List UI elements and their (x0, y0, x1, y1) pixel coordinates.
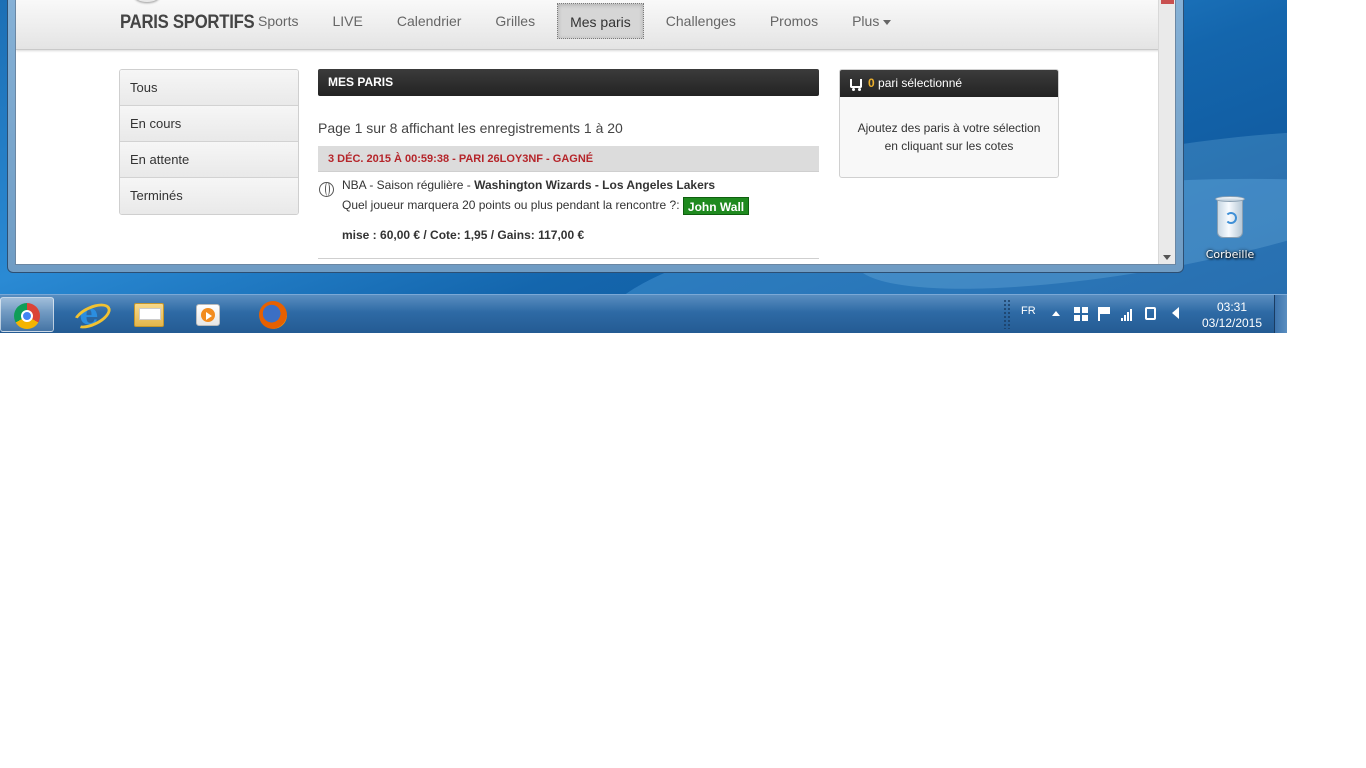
power-icon[interactable] (1145, 307, 1156, 320)
pagination-info: Page 1 sur 8 affichant les enregistremen… (318, 120, 623, 136)
main-nav: Sports LIVE Calendrier Grilles Mes paris… (241, 3, 908, 39)
caret-down-icon (883, 19, 892, 25)
recycle-bin-label: Corbeille (1205, 248, 1255, 261)
nav-plus[interactable]: Plus (835, 3, 908, 39)
browser-viewport: PARIS SPORTIFS Sports LIVE Calendrier Gr… (15, 0, 1176, 265)
bet-stake-line: mise : 60,00 € / Cote: 1,95 / Gains: 117… (342, 228, 585, 242)
nav-plus-label: Plus (852, 13, 880, 29)
filter-tous[interactable]: Tous (120, 70, 298, 106)
bet-header[interactable]: 3 DÉC. 2015 À 00:59:38 - PARI 26LOY3NF -… (318, 146, 819, 172)
system-clock[interactable]: 03:31 03/12/2015 (1198, 299, 1266, 331)
taskbar: e FR 03:31 03/12/2015 (0, 294, 1287, 333)
scrollbar-thumb[interactable] (1161, 0, 1174, 4)
filter-en-cours[interactable]: En cours (120, 106, 298, 142)
taskbar-file-explorer[interactable] (121, 297, 175, 332)
bet-selection-badge: John Wall (682, 196, 750, 215)
show-hidden-icons-icon[interactable] (1052, 311, 1060, 316)
my-bets-panel: MES PARIS Page 1 sur 8 affichant les enr… (318, 69, 819, 259)
network-signal-icon[interactable] (1121, 307, 1135, 321)
scroll-down-arrow-icon[interactable] (1163, 255, 1171, 260)
nav-live[interactable]: LIVE (315, 3, 379, 39)
desktop: Corbeille PARIS SPORTIFS Sports LIVE Cal… (0, 0, 1287, 333)
nav-challenges[interactable]: Challenges (649, 3, 753, 39)
file-explorer-icon (134, 303, 164, 327)
site-brand[interactable]: PARIS SPORTIFS (120, 12, 255, 34)
chrome-icon (14, 303, 40, 329)
bet-question-text: Quel joueur marquera 20 points ou plus p… (342, 198, 683, 212)
taskbar-media-player[interactable] (182, 297, 236, 332)
media-player-icon (196, 304, 220, 326)
taskbar-internet-explorer[interactable]: e (60, 297, 114, 332)
bet-slip: 0 pari sélectionné Ajoutez des paris à v… (839, 69, 1059, 178)
bet-competition: NBA - Saison régulière - (342, 178, 475, 192)
brand-logo-icon (134, 0, 160, 2)
clock-time: 03:31 (1216, 300, 1248, 314)
bet-separator (318, 258, 819, 259)
bet-question: Quel joueur marquera 20 points ou plus p… (318, 194, 819, 216)
filter-en-attente[interactable]: En attente (120, 142, 298, 178)
nav-promos[interactable]: Promos (753, 3, 835, 39)
bet-teams[interactable]: Washington Wizards - Los Angeles Lakers (474, 178, 715, 192)
bet-slip-header[interactable]: 0 pari sélectionné (840, 70, 1058, 97)
bet-slip-message: Ajoutez des paris à votre sélection en c… (857, 121, 1041, 153)
tray-grip (1003, 299, 1011, 329)
action-center-flag-icon[interactable] (1098, 307, 1112, 321)
firefox-icon (259, 301, 287, 329)
filter-termines[interactable]: Terminés (120, 178, 298, 214)
nav-grilles[interactable]: Grilles (478, 3, 552, 39)
nav-mes-paris[interactable]: Mes paris (557, 3, 644, 39)
clock-date: 03/12/2015 (1201, 316, 1263, 330)
panel-title: MES PARIS (318, 69, 819, 96)
taskbar-chrome[interactable] (0, 297, 54, 332)
language-indicator[interactable]: FR (1021, 305, 1036, 317)
show-desktop-button[interactable] (1274, 295, 1287, 333)
cart-icon (850, 79, 862, 91)
bet-slip-title: pari sélectionné (874, 76, 963, 90)
bet-event: NBA - Saison régulière - Washington Wiza… (318, 176, 819, 197)
nav-sports[interactable]: Sports (241, 3, 315, 39)
taskbar-firefox[interactable] (244, 297, 298, 332)
recycle-bin-icon (1212, 192, 1248, 240)
nav-calendrier[interactable]: Calendrier (380, 3, 479, 39)
site-top-nav: PARIS SPORTIFS Sports LIVE Calendrier Gr… (16, 0, 1161, 50)
bet-filter-menu: Tous En cours En attente Terminés (119, 69, 299, 215)
internet-explorer-icon: e (74, 300, 104, 330)
volume-icon[interactable] (1172, 307, 1179, 319)
recycle-bin[interactable]: Corbeille (1198, 192, 1262, 261)
browser-window: PARIS SPORTIFS Sports LIVE Calendrier Gr… (7, 0, 1184, 273)
page-scrollbar[interactable] (1158, 0, 1175, 264)
bet-slip-count: 0 (868, 76, 875, 90)
windows-icon[interactable] (1074, 307, 1088, 321)
